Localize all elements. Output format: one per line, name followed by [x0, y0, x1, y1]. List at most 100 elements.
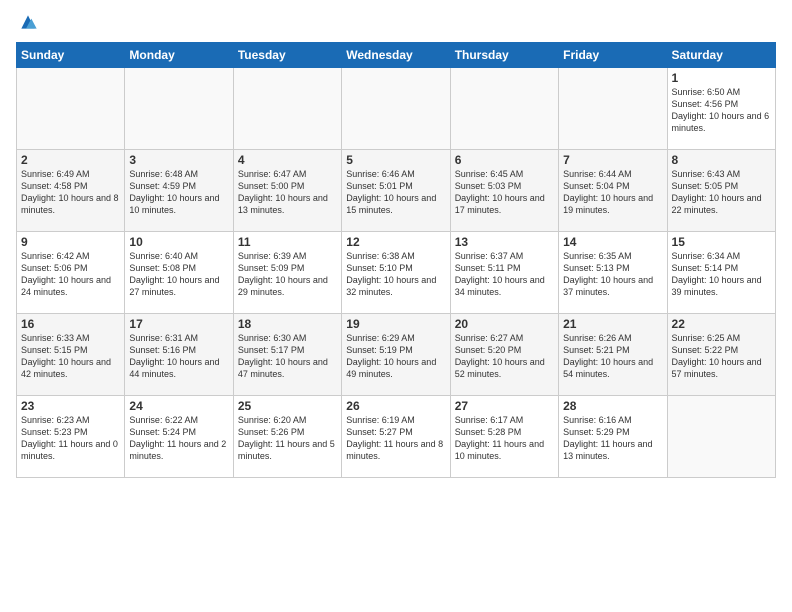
day-number: 6 [455, 153, 554, 167]
calendar-day-cell [233, 68, 341, 150]
day-info: Sunrise: 6:25 AMSunset: 5:22 PMDaylight:… [672, 332, 771, 381]
day-number: 22 [672, 317, 771, 331]
calendar-day-cell [450, 68, 558, 150]
calendar-day-cell [559, 68, 667, 150]
day-info: Sunrise: 6:16 AMSunset: 5:29 PMDaylight:… [563, 414, 662, 463]
calendar-day-cell [125, 68, 233, 150]
header [16, 12, 776, 32]
calendar-day-cell: 8Sunrise: 6:43 AMSunset: 5:05 PMDaylight… [667, 150, 775, 232]
day-number: 18 [238, 317, 337, 331]
calendar-day-cell: 19Sunrise: 6:29 AMSunset: 5:19 PMDayligh… [342, 314, 450, 396]
day-info: Sunrise: 6:23 AMSunset: 5:23 PMDaylight:… [21, 414, 120, 463]
calendar-week-row: 9Sunrise: 6:42 AMSunset: 5:06 PMDaylight… [17, 232, 776, 314]
day-number: 23 [21, 399, 120, 413]
day-number: 14 [563, 235, 662, 249]
day-info: Sunrise: 6:48 AMSunset: 4:59 PMDaylight:… [129, 168, 228, 217]
day-info: Sunrise: 6:29 AMSunset: 5:19 PMDaylight:… [346, 332, 445, 381]
day-number: 8 [672, 153, 771, 167]
weekday-header: Monday [125, 43, 233, 68]
day-info: Sunrise: 6:27 AMSunset: 5:20 PMDaylight:… [455, 332, 554, 381]
day-info: Sunrise: 6:20 AMSunset: 5:26 PMDaylight:… [238, 414, 337, 463]
day-number: 3 [129, 153, 228, 167]
day-info: Sunrise: 6:45 AMSunset: 5:03 PMDaylight:… [455, 168, 554, 217]
calendar-day-cell: 24Sunrise: 6:22 AMSunset: 5:24 PMDayligh… [125, 396, 233, 478]
calendar-day-cell: 25Sunrise: 6:20 AMSunset: 5:26 PMDayligh… [233, 396, 341, 478]
calendar-day-cell: 18Sunrise: 6:30 AMSunset: 5:17 PMDayligh… [233, 314, 341, 396]
calendar-day-cell: 16Sunrise: 6:33 AMSunset: 5:15 PMDayligh… [17, 314, 125, 396]
calendar-day-cell: 7Sunrise: 6:44 AMSunset: 5:04 PMDaylight… [559, 150, 667, 232]
calendar-day-cell: 23Sunrise: 6:23 AMSunset: 5:23 PMDayligh… [17, 396, 125, 478]
day-info: Sunrise: 6:37 AMSunset: 5:11 PMDaylight:… [455, 250, 554, 299]
calendar-day-cell: 17Sunrise: 6:31 AMSunset: 5:16 PMDayligh… [125, 314, 233, 396]
calendar-day-cell: 14Sunrise: 6:35 AMSunset: 5:13 PMDayligh… [559, 232, 667, 314]
day-number: 16 [21, 317, 120, 331]
logo-icon [18, 12, 38, 32]
day-number: 21 [563, 317, 662, 331]
calendar-day-cell: 5Sunrise: 6:46 AMSunset: 5:01 PMDaylight… [342, 150, 450, 232]
calendar-week-row: 16Sunrise: 6:33 AMSunset: 5:15 PMDayligh… [17, 314, 776, 396]
calendar-day-cell: 3Sunrise: 6:48 AMSunset: 4:59 PMDaylight… [125, 150, 233, 232]
calendar-day-cell: 26Sunrise: 6:19 AMSunset: 5:27 PMDayligh… [342, 396, 450, 478]
day-number: 5 [346, 153, 445, 167]
calendar-day-cell: 10Sunrise: 6:40 AMSunset: 5:08 PMDayligh… [125, 232, 233, 314]
logo [16, 12, 38, 32]
weekday-header-row: SundayMondayTuesdayWednesdayThursdayFrid… [17, 43, 776, 68]
weekday-header: Friday [559, 43, 667, 68]
day-number: 9 [21, 235, 120, 249]
day-info: Sunrise: 6:34 AMSunset: 5:14 PMDaylight:… [672, 250, 771, 299]
day-number: 19 [346, 317, 445, 331]
calendar-day-cell: 2Sunrise: 6:49 AMSunset: 4:58 PMDaylight… [17, 150, 125, 232]
calendar-day-cell: 4Sunrise: 6:47 AMSunset: 5:00 PMDaylight… [233, 150, 341, 232]
calendar-container: SundayMondayTuesdayWednesdayThursdayFrid… [0, 0, 792, 612]
day-info: Sunrise: 6:38 AMSunset: 5:10 PMDaylight:… [346, 250, 445, 299]
day-info: Sunrise: 6:44 AMSunset: 5:04 PMDaylight:… [563, 168, 662, 217]
day-info: Sunrise: 6:22 AMSunset: 5:24 PMDaylight:… [129, 414, 228, 463]
calendar-day-cell [17, 68, 125, 150]
day-number: 13 [455, 235, 554, 249]
day-info: Sunrise: 6:43 AMSunset: 5:05 PMDaylight:… [672, 168, 771, 217]
day-info: Sunrise: 6:40 AMSunset: 5:08 PMDaylight:… [129, 250, 228, 299]
calendar-day-cell: 9Sunrise: 6:42 AMSunset: 5:06 PMDaylight… [17, 232, 125, 314]
calendar-week-row: 23Sunrise: 6:23 AMSunset: 5:23 PMDayligh… [17, 396, 776, 478]
day-info: Sunrise: 6:39 AMSunset: 5:09 PMDaylight:… [238, 250, 337, 299]
calendar-day-cell: 12Sunrise: 6:38 AMSunset: 5:10 PMDayligh… [342, 232, 450, 314]
day-info: Sunrise: 6:19 AMSunset: 5:27 PMDaylight:… [346, 414, 445, 463]
day-number: 15 [672, 235, 771, 249]
day-info: Sunrise: 6:50 AMSunset: 4:56 PMDaylight:… [672, 86, 771, 135]
calendar-day-cell: 13Sunrise: 6:37 AMSunset: 5:11 PMDayligh… [450, 232, 558, 314]
weekday-header: Tuesday [233, 43, 341, 68]
calendar-day-cell: 27Sunrise: 6:17 AMSunset: 5:28 PMDayligh… [450, 396, 558, 478]
day-info: Sunrise: 6:46 AMSunset: 5:01 PMDaylight:… [346, 168, 445, 217]
calendar-day-cell: 11Sunrise: 6:39 AMSunset: 5:09 PMDayligh… [233, 232, 341, 314]
day-info: Sunrise: 6:33 AMSunset: 5:15 PMDaylight:… [21, 332, 120, 381]
day-info: Sunrise: 6:31 AMSunset: 5:16 PMDaylight:… [129, 332, 228, 381]
calendar-week-row: 1Sunrise: 6:50 AMSunset: 4:56 PMDaylight… [17, 68, 776, 150]
weekday-header: Saturday [667, 43, 775, 68]
day-number: 10 [129, 235, 228, 249]
day-number: 2 [21, 153, 120, 167]
day-number: 28 [563, 399, 662, 413]
day-info: Sunrise: 6:26 AMSunset: 5:21 PMDaylight:… [563, 332, 662, 381]
weekday-header: Sunday [17, 43, 125, 68]
day-number: 1 [672, 71, 771, 85]
day-number: 26 [346, 399, 445, 413]
day-info: Sunrise: 6:17 AMSunset: 5:28 PMDaylight:… [455, 414, 554, 463]
weekday-header: Wednesday [342, 43, 450, 68]
calendar-table: SundayMondayTuesdayWednesdayThursdayFrid… [16, 42, 776, 478]
day-info: Sunrise: 6:47 AMSunset: 5:00 PMDaylight:… [238, 168, 337, 217]
calendar-day-cell: 22Sunrise: 6:25 AMSunset: 5:22 PMDayligh… [667, 314, 775, 396]
day-number: 4 [238, 153, 337, 167]
calendar-day-cell [342, 68, 450, 150]
day-number: 27 [455, 399, 554, 413]
calendar-day-cell: 15Sunrise: 6:34 AMSunset: 5:14 PMDayligh… [667, 232, 775, 314]
day-number: 17 [129, 317, 228, 331]
calendar-day-cell: 28Sunrise: 6:16 AMSunset: 5:29 PMDayligh… [559, 396, 667, 478]
day-number: 12 [346, 235, 445, 249]
day-info: Sunrise: 6:42 AMSunset: 5:06 PMDaylight:… [21, 250, 120, 299]
calendar-week-row: 2Sunrise: 6:49 AMSunset: 4:58 PMDaylight… [17, 150, 776, 232]
day-info: Sunrise: 6:49 AMSunset: 4:58 PMDaylight:… [21, 168, 120, 217]
calendar-day-cell: 6Sunrise: 6:45 AMSunset: 5:03 PMDaylight… [450, 150, 558, 232]
calendar-day-cell: 20Sunrise: 6:27 AMSunset: 5:20 PMDayligh… [450, 314, 558, 396]
day-number: 25 [238, 399, 337, 413]
day-number: 20 [455, 317, 554, 331]
